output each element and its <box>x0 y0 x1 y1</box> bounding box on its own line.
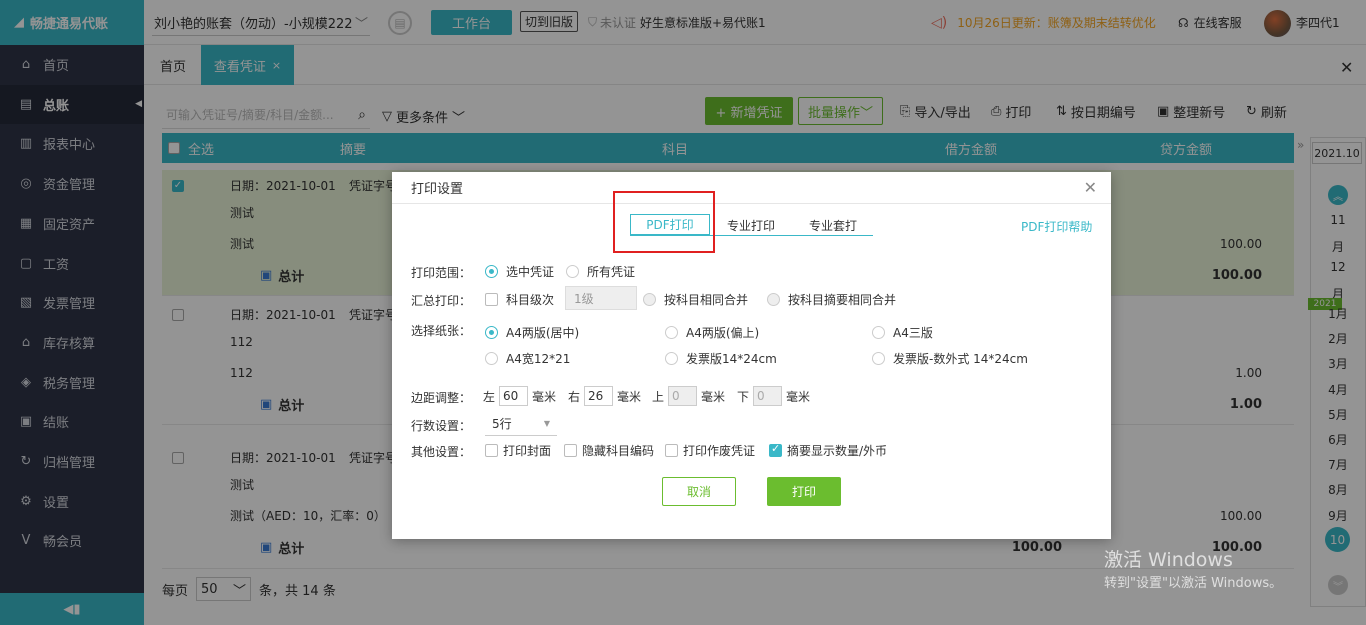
radio-selected[interactable] <box>485 265 498 278</box>
radio-selected[interactable] <box>485 326 498 339</box>
windows-watermark-title: 激活 Windows <box>1104 549 1233 571</box>
checkbox-checked[interactable] <box>769 442 782 457</box>
margin-left-input[interactable]: 60 <box>499 386 529 406</box>
radio-unselected[interactable] <box>872 326 885 339</box>
radio-disabled[interactable] <box>767 293 780 306</box>
caret-down-icon: ▼ <box>543 419 550 428</box>
close-icon[interactable]: ✕ <box>1084 178 1097 197</box>
margin-right: 右 26 毫米 <box>568 386 641 406</box>
cancel-button[interactable]: 取消 <box>662 477 736 506</box>
rows-select[interactable]: 5行 ▼ <box>485 412 557 436</box>
radio-unselected[interactable] <box>665 352 678 365</box>
paper-a4-two-center[interactable]: A4两版(居中) <box>485 324 579 341</box>
merge-by-subject-summary-option[interactable]: 按科目摘要相同合并 <box>767 291 896 308</box>
dialog-title: 打印设置 <box>411 182 464 197</box>
radio-unselected[interactable] <box>485 352 498 365</box>
checkbox[interactable] <box>665 444 678 457</box>
paper-invoice[interactable]: 发票版14*24cm <box>665 350 777 367</box>
print-cover-checkbox[interactable]: 打印封面 <box>485 442 551 459</box>
paper-invoice-foreign[interactable]: 发票版-数外式 14*24cm <box>872 350 1028 367</box>
windows-watermark-text: 转到"设置"以激活 Windows。 <box>1104 576 1283 591</box>
margin-bottom-input[interactable]: 0 <box>753 386 783 406</box>
dialog-header: 打印设置 ✕ <box>392 172 1111 204</box>
show-quantity-checkbox[interactable]: 摘要显示数量/外币 <box>769 442 887 459</box>
margin-right-input[interactable]: 26 <box>584 386 614 406</box>
tab-professional-print[interactable]: 专业打印 <box>716 214 786 236</box>
print-settings-dialog: 打印设置 ✕ PDF打印 专业打印 专业套打 PDF打印帮助 打印范围： 选中凭证… <box>392 172 1111 539</box>
summary-label: 汇总打印： <box>411 294 472 308</box>
merge-by-subject-option[interactable]: 按科目相同合并 <box>643 291 748 308</box>
radio-unselected[interactable] <box>566 265 579 278</box>
margin-top: 上 0 毫米 <box>652 386 725 406</box>
rows-label: 行数设置： <box>411 419 472 433</box>
margin-left: 左 60 毫米 <box>483 386 556 406</box>
margin-top-input[interactable]: 0 <box>668 386 698 406</box>
subject-level-checkbox[interactable]: 科目级次 <box>485 291 554 308</box>
range-all-option[interactable]: 所有凭证 <box>566 263 635 280</box>
tab-professional-template[interactable]: 专业套打 <box>798 214 868 236</box>
paper-a4-two-top[interactable]: A4两版(偏上) <box>665 324 759 341</box>
print-button[interactable]: 打印 <box>767 477 841 506</box>
checkbox[interactable] <box>485 293 498 306</box>
radio-disabled[interactable] <box>643 293 656 306</box>
margin-label: 边距调整： <box>411 391 472 405</box>
other-label: 其他设置： <box>411 445 472 459</box>
checkbox[interactable] <box>485 444 498 457</box>
checkbox[interactable] <box>564 444 577 457</box>
radio-unselected[interactable] <box>872 352 885 365</box>
margin-bottom: 下 0 毫米 <box>737 386 810 406</box>
hide-subject-code-checkbox[interactable]: 隐藏科目编码 <box>564 442 654 459</box>
radio-unselected[interactable] <box>665 326 678 339</box>
paper-a4-three[interactable]: A4三版 <box>872 324 933 341</box>
highlight-box <box>613 191 715 253</box>
paper-a4-wide[interactable]: A4宽12*21 <box>485 350 570 367</box>
range-label: 打印范围： <box>411 266 472 280</box>
range-selected-option[interactable]: 选中凭证 <box>485 263 554 280</box>
print-void-checkbox[interactable]: 打印作废凭证 <box>665 442 755 459</box>
subject-level-input[interactable]: 1级 <box>565 286 637 310</box>
paper-label: 选择纸张： <box>411 324 472 338</box>
pdf-print-help-link[interactable]: PDF打印帮助 <box>1021 218 1092 235</box>
